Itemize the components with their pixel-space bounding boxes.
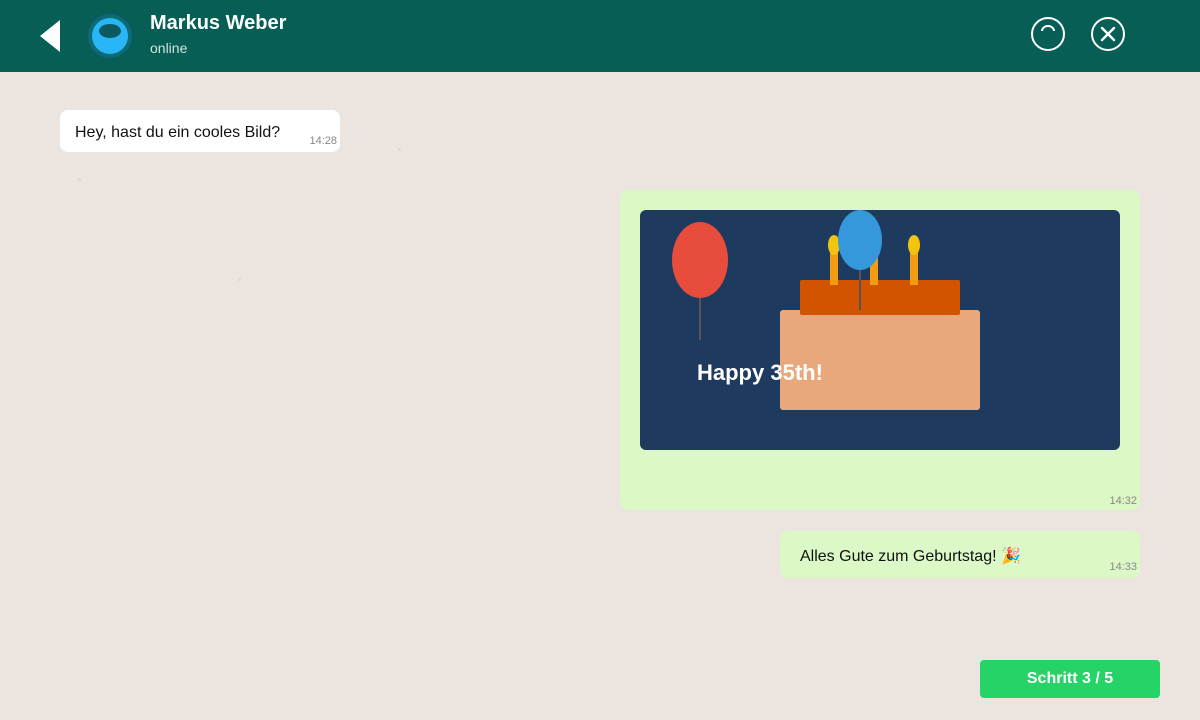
message-outgoing[interactable]: Alles Gute zum Geburtstag! 🎉 14:33	[780, 531, 1140, 578]
blue-balloon	[838, 210, 882, 270]
background-speck	[78, 178, 81, 181]
birthday-illustration	[672, 210, 980, 410]
image-caption: Happy 35th!	[697, 360, 823, 385]
message-incoming[interactable]: Hey, hast du ein cooles Bild? 14:28	[60, 110, 340, 152]
contact-status: online	[150, 40, 188, 56]
avatar[interactable]	[86, 12, 134, 60]
message-text: Alles Gute zum Geburtstag! 🎉	[800, 548, 1021, 565]
chat-header: Markus Weber online	[0, 0, 1200, 72]
cake-top	[800, 280, 960, 315]
birthday-image[interactable]: Happy 35th!	[640, 210, 1120, 450]
contact-name[interactable]: Markus Weber	[150, 12, 286, 35]
message-text: Hey, hast du ein cooles Bild?	[75, 124, 281, 141]
avatar-image	[92, 18, 128, 54]
message-time: 14:32	[1109, 495, 1137, 507]
candle	[830, 250, 838, 285]
background-speck	[238, 278, 241, 281]
loading-button[interactable]	[1031, 17, 1065, 51]
message-time: 14:33	[1109, 561, 1137, 573]
candle	[910, 250, 918, 285]
message-time: 14:28	[309, 135, 337, 147]
message-outgoing-image[interactable]: Happy 35th! 14:32	[620, 190, 1140, 510]
close-icon	[1100, 26, 1116, 42]
avatar-eye-shape	[99, 24, 121, 38]
background-speck	[398, 148, 401, 151]
step-button[interactable]: Schritt 3 / 5	[980, 660, 1160, 698]
close-button[interactable]	[1091, 17, 1125, 51]
back-arrow-icon	[40, 20, 60, 52]
red-balloon	[672, 222, 728, 298]
loading-spinner-icon	[1041, 25, 1055, 32]
candle-flame	[908, 235, 920, 255]
back-button[interactable]	[40, 20, 62, 52]
